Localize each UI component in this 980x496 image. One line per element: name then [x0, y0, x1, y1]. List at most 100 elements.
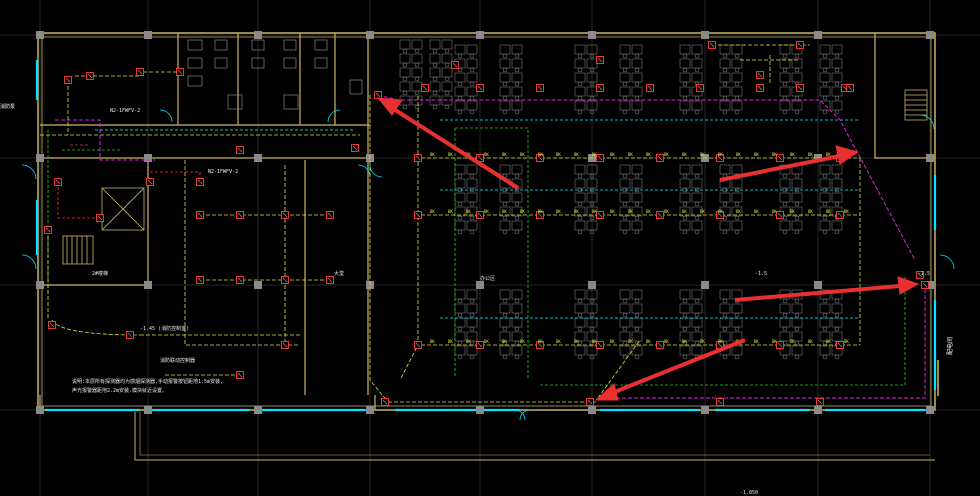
bus-tag: BK [772, 152, 777, 157]
column [814, 281, 822, 289]
bus-tag: BK [826, 209, 831, 214]
side-room-label: 配电间 [946, 337, 954, 355]
bus-tag: BK [790, 152, 795, 157]
column [476, 31, 484, 39]
desk-cluster [429, 39, 453, 110]
bus-tag: BK [574, 339, 579, 344]
restroom-fixtures [187, 39, 363, 110]
arrow-bottom-center [594, 338, 746, 401]
bus-tag: BK [448, 339, 453, 344]
column [36, 154, 44, 162]
fire-detector-device [374, 91, 382, 99]
fire-detector-device [96, 214, 104, 222]
column [926, 31, 934, 39]
bus-tag: BK [592, 209, 597, 214]
fire-detector-device [381, 398, 389, 406]
fire-detector-device [176, 68, 184, 76]
fire-detector-device [656, 341, 664, 349]
stair-and-elevator [62, 89, 928, 265]
bus-tag: BK [466, 209, 471, 214]
fire-detector-device [54, 178, 62, 186]
bus-tag: BK [592, 152, 597, 157]
fire-detector-device [596, 341, 604, 349]
column [926, 406, 934, 414]
bus-tag: BK [808, 339, 813, 344]
magenta-circuit [55, 94, 926, 399]
room-tag-2: N2-1FWFV-2 [208, 169, 238, 175]
level-mark-1: -1.5 [755, 271, 767, 277]
fire-alarm-loop [40, 44, 861, 403]
arrow-top-center [376, 97, 520, 190]
fire-detector-device [586, 398, 594, 406]
fire-detector-device [126, 331, 134, 339]
exterior-walls [37, 32, 936, 461]
bus-tag: BK [574, 152, 579, 157]
fire-detector-device [776, 341, 784, 349]
floor-plan: BK BK BK BK BK BK BK BK BK BK BK BK BK BK BK BK BK BK BK BK… [0, 0, 980, 496]
bus-tag: BK [556, 152, 561, 157]
bus-tag: BK [502, 339, 507, 344]
desk-cluster [819, 164, 843, 235]
column [254, 31, 262, 39]
desk-cluster [499, 289, 523, 360]
fire-detector-device [326, 276, 334, 284]
fire-detector-device [756, 84, 764, 92]
bus-tag: BK [538, 339, 543, 344]
bus-tag: BK [556, 339, 561, 344]
desk-cluster [719, 44, 743, 115]
fire-detector-device [236, 146, 244, 154]
bottom-level-mark: -1.050 [740, 490, 758, 496]
fire-detector-device [776, 211, 784, 219]
fire-detector-device [196, 178, 204, 186]
fire-detector-device [414, 211, 422, 219]
fire-detector-device [421, 84, 429, 92]
fire-detector-device [64, 76, 72, 84]
column [254, 154, 262, 162]
fire-detector-device [48, 321, 56, 329]
column [36, 406, 44, 414]
bus-tag: BK [610, 339, 615, 344]
fire-detector-device [596, 211, 604, 219]
corridor-label: -1.45 (消防控制室) [140, 325, 189, 332]
fire-detector-device [281, 211, 289, 219]
column [144, 281, 152, 289]
fire-detector-device [44, 226, 52, 234]
fire-detector-device [476, 211, 484, 219]
bus-tag: BK [610, 209, 615, 214]
desk-cluster [574, 289, 598, 360]
bus-tag: BK [718, 339, 723, 344]
fire-detector-device [146, 178, 154, 186]
column [701, 281, 709, 289]
column [476, 406, 484, 414]
bus-tag: BK [610, 152, 615, 157]
bus-tag: BK [520, 339, 525, 344]
bus-tag: BK [502, 152, 507, 157]
fire-detector-device [476, 341, 484, 349]
fire-detector-device [451, 61, 459, 69]
desk-cluster [574, 44, 598, 115]
axis-grid [0, 0, 980, 496]
room-tag-1: N2-1FWFV-2 [110, 108, 140, 114]
bus-tag: BK [736, 209, 741, 214]
fire-detector-device [236, 371, 244, 379]
desk-cluster [499, 164, 523, 235]
fire-detector-device [196, 211, 204, 219]
column [476, 281, 484, 289]
desk-cluster [619, 44, 643, 115]
hall-label: 大堂 [334, 270, 344, 277]
desk-cluster [779, 44, 803, 115]
fire-detector-device [596, 154, 604, 162]
desk-cluster [619, 164, 643, 235]
bus-tag: BK [682, 209, 687, 214]
bus-tag: BK [790, 339, 795, 344]
bus-tag: BK [430, 152, 435, 157]
fire-detector-device [414, 341, 422, 349]
fire-detector-device [136, 68, 144, 76]
bus-tag: BK [574, 209, 579, 214]
column [588, 281, 596, 289]
fire-detector-device [716, 398, 724, 406]
bus-tag: BK [754, 209, 759, 214]
bus-tag: BK [754, 339, 759, 344]
bus-tag: BK [448, 152, 453, 157]
fire-detector-device [476, 84, 484, 92]
